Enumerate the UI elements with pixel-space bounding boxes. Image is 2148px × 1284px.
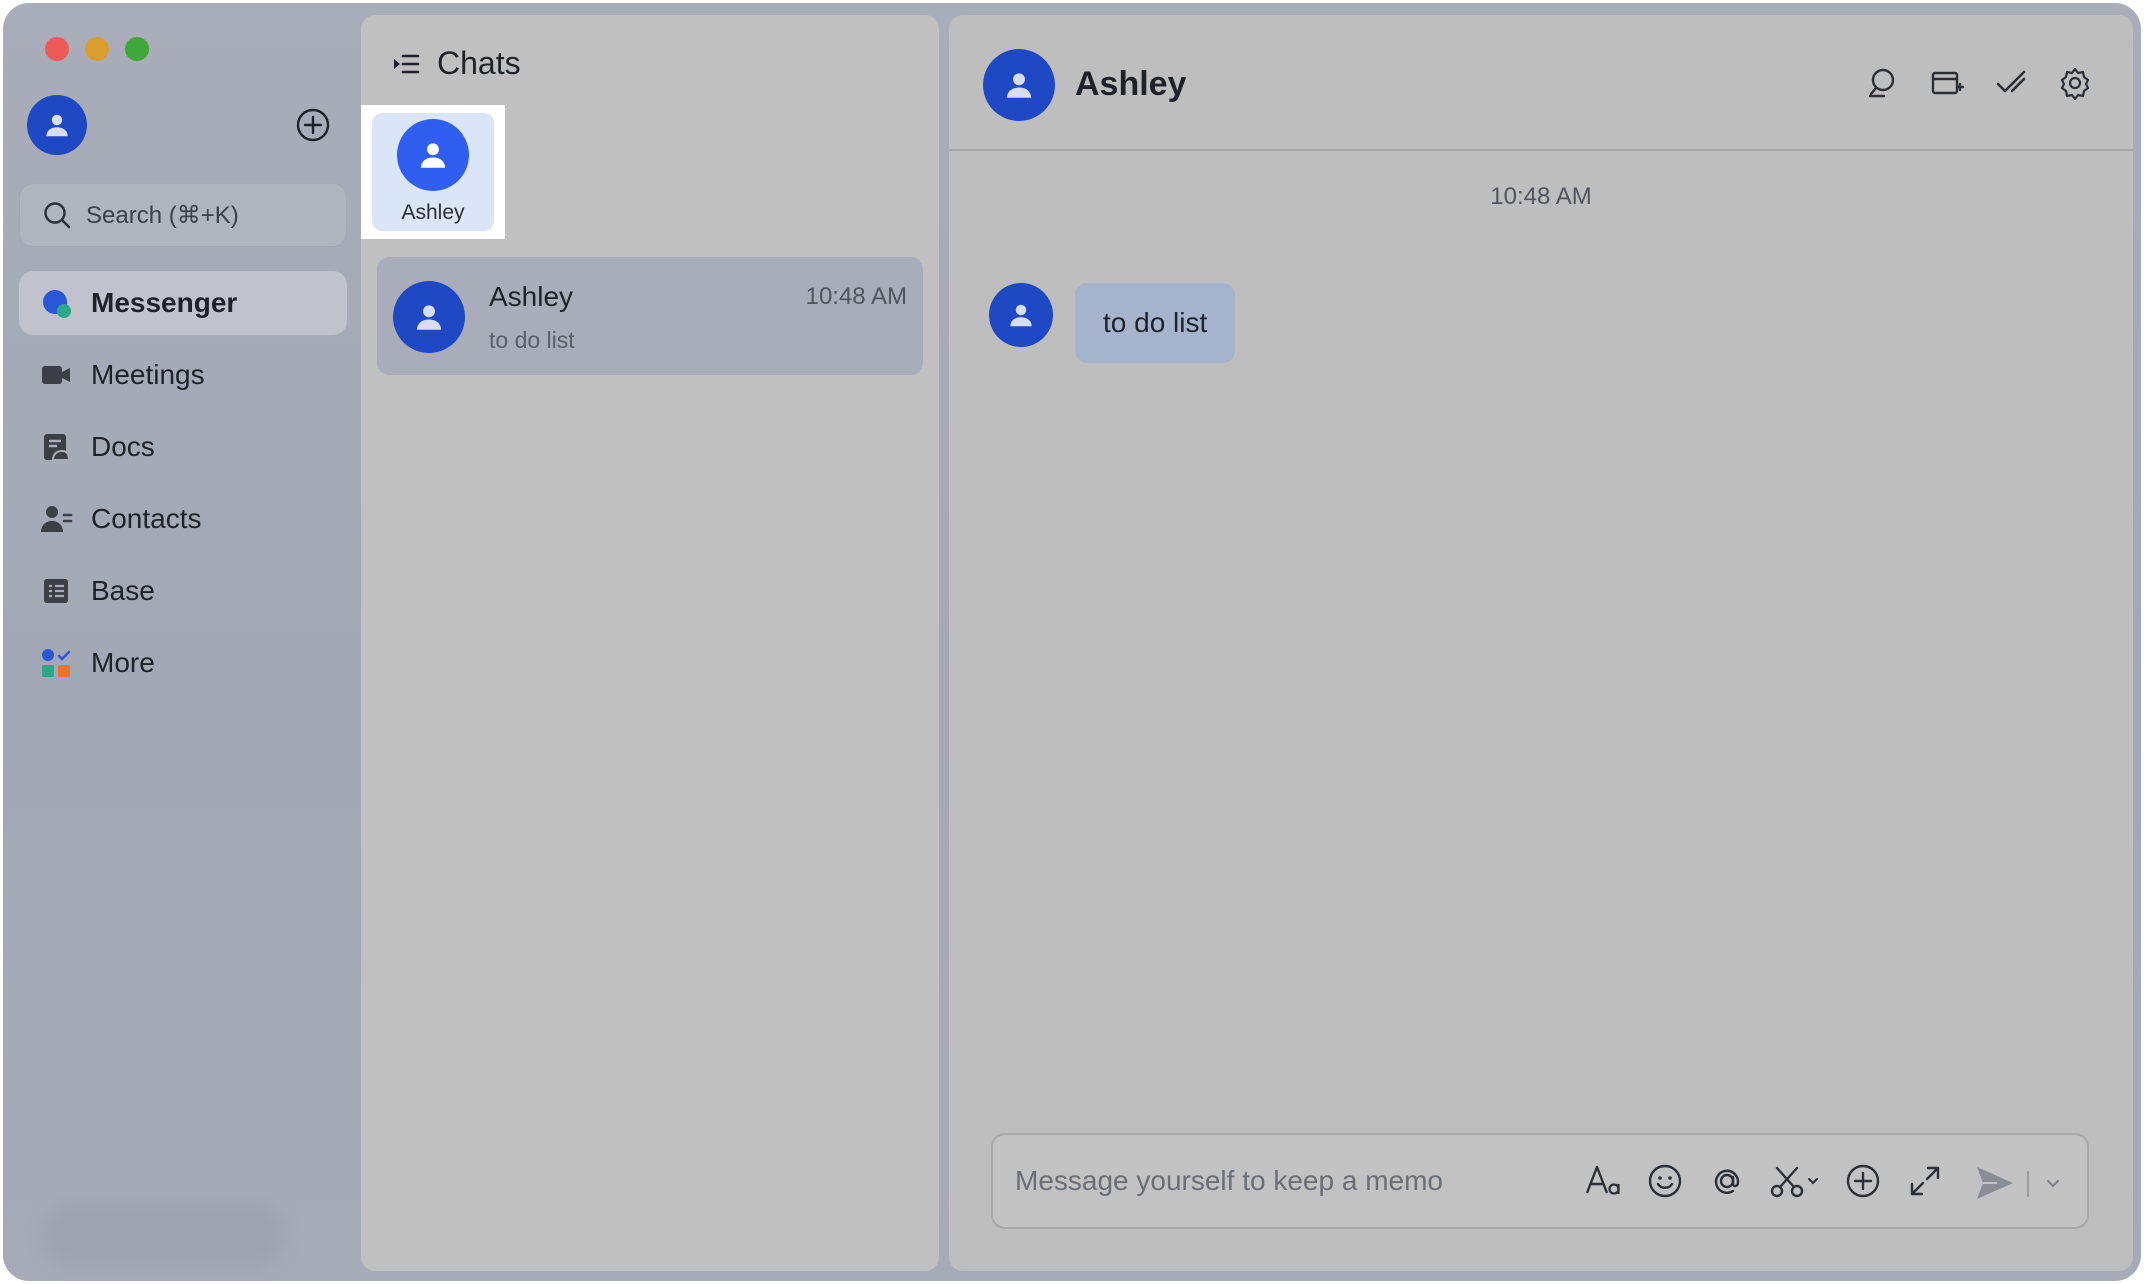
sidebar-item-label: Base	[91, 575, 155, 606]
screenshot-button[interactable]	[1769, 1161, 1821, 1201]
message-bubble[interactable]: to do list	[1075, 283, 1236, 363]
avatar	[393, 281, 465, 353]
search-icon	[1868, 68, 1895, 98]
send-button[interactable]	[1973, 1161, 2017, 1205]
docs-icon	[39, 430, 73, 464]
sidebar-item-docs[interactable]: Docs	[19, 415, 347, 479]
minimize-window-button[interactable]	[85, 37, 109, 61]
message-input[interactable]	[1015, 1155, 1555, 1207]
send-options-button[interactable]	[2041, 1171, 2065, 1195]
sidebar: Search (⌘+K) Messenger Meetings Docs Con…	[3, 3, 359, 1281]
sidebar-item-label: Contacts	[91, 503, 202, 534]
sidebar-item-base[interactable]: Base	[19, 559, 347, 623]
emoji-icon	[1648, 1164, 1682, 1198]
my-avatar[interactable]	[27, 95, 87, 155]
sidebar-item-label: Docs	[91, 431, 155, 462]
person-icon	[420, 143, 446, 168]
search-icon	[44, 202, 71, 229]
text-format-button[interactable]	[1583, 1161, 1623, 1201]
expand-icon	[1910, 1166, 1940, 1196]
apps-grid-icon	[39, 646, 73, 680]
sidebar-item-more[interactable]: More	[19, 631, 347, 695]
contacts-icon	[39, 502, 73, 536]
sidebar-item-meetings[interactable]: Meetings	[19, 343, 347, 407]
expand-composer-button[interactable]	[1905, 1161, 1945, 1201]
sidebar-item-messenger[interactable]: Messenger	[19, 271, 347, 335]
window-controls	[45, 37, 149, 61]
search-box[interactable]: Search (⌘+K)	[19, 183, 347, 247]
app-window: Search (⌘+K) Messenger Meetings Docs Con…	[3, 3, 2141, 1281]
sidebar-item-label: Meetings	[91, 359, 205, 390]
chevron-down-icon	[2047, 1180, 2059, 1188]
conversation-header: Ashley	[949, 15, 2133, 151]
settings-icon	[2060, 67, 2090, 100]
chat-list-panel: Chats Ashley Ashley 10:48 AM to do list	[361, 15, 939, 1271]
plus-circle-icon	[296, 108, 330, 142]
send-icon	[1977, 1167, 2013, 1199]
pinned-contact[interactable]: Ashley	[361, 105, 505, 239]
chat-time: 10:48 AM	[805, 283, 907, 310]
header-toolbar	[1865, 65, 2093, 101]
add-icon	[1846, 1164, 1880, 1198]
send-separator	[2027, 1171, 2029, 1197]
avatar[interactable]	[989, 283, 1053, 347]
sidebar-item-contacts[interactable]: Contacts	[19, 487, 347, 551]
close-window-button[interactable]	[45, 37, 69, 61]
emoji-button[interactable]	[1645, 1161, 1685, 1201]
checkmark-icon	[1996, 70, 2026, 93]
tasks-button[interactable]	[1993, 65, 2029, 101]
search-placeholder: Search (⌘+K)	[86, 201, 239, 229]
message-composer	[991, 1133, 2089, 1229]
collapse-list-icon[interactable]	[391, 49, 421, 79]
person-icon	[416, 305, 442, 330]
mention-icon	[1714, 1169, 1740, 1194]
sidebar-footer	[43, 1203, 283, 1267]
base-table-icon	[39, 574, 73, 608]
zoom-window-button[interactable]	[125, 37, 149, 61]
composer-toolbar	[1583, 1161, 1945, 1201]
messenger-icon	[39, 286, 73, 320]
avatar	[397, 119, 469, 191]
add-tab-icon	[1931, 71, 1964, 95]
add-tab-button[interactable]	[1929, 65, 1965, 101]
conversation-pane: Ashley 10:48 AM to do list Message yours…	[949, 15, 2133, 1271]
chat-list-header: Chats	[391, 45, 521, 82]
chat-list-item[interactable]: Ashley 10:48 AM to do list	[377, 257, 923, 375]
person-icon	[46, 114, 68, 137]
create-button[interactable]	[295, 107, 331, 143]
avatar[interactable]	[983, 49, 1055, 121]
sidebar-item-label: More	[91, 647, 155, 678]
page-title: Chats	[437, 45, 521, 81]
person-icon	[1010, 304, 1032, 327]
add-attachment-button[interactable]	[1843, 1161, 1883, 1201]
search-chat-button[interactable]	[1865, 65, 1901, 101]
person-icon	[1006, 73, 1032, 98]
video-camera-icon	[39, 358, 73, 392]
chat-preview: to do list	[489, 327, 575, 353]
pinned-contact-card[interactable]: Ashley	[372, 113, 494, 231]
chat-settings-button[interactable]	[2057, 65, 2093, 101]
chat-name: Ashley	[489, 281, 574, 312]
contact-name[interactable]: Ashley	[1075, 65, 1187, 104]
mention-button[interactable]	[1707, 1161, 1747, 1201]
sidebar-nav: Messenger Meetings Docs Contacts Base Mo…	[19, 271, 347, 703]
pinned-contact-name: Ashley	[401, 201, 465, 224]
screenshot-icon	[1770, 1166, 1818, 1198]
sidebar-item-label: Messenger	[91, 287, 238, 318]
message-timestamp: 10:48 AM	[1490, 183, 1592, 210]
text-format-icon	[1585, 1165, 1620, 1195]
